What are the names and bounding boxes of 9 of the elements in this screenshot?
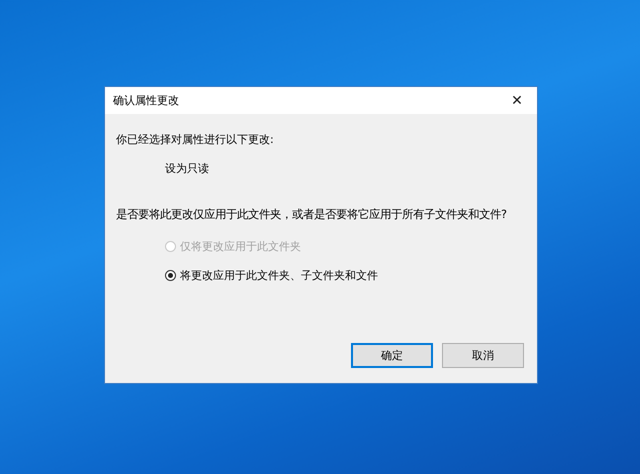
cancel-button[interactable]: 取消 [442, 343, 524, 368]
change-item: 设为只读 [165, 161, 210, 176]
question-text: 是否要将此更改仅应用于此文件夹，或者是否要将它应用于所有子文件夹和文件? [116, 207, 508, 223]
radio-button[interactable] [165, 270, 176, 281]
window-title: 确认属性更改 [113, 93, 179, 108]
intro-text: 你已经选择对属性进行以下更改: [116, 132, 275, 147]
close-button[interactable]: ✕ [497, 87, 537, 114]
ok-button[interactable]: 确定 [351, 343, 433, 368]
radio-option[interactable]: 将更改应用于此文件夹、子文件夹和文件 [165, 268, 378, 283]
